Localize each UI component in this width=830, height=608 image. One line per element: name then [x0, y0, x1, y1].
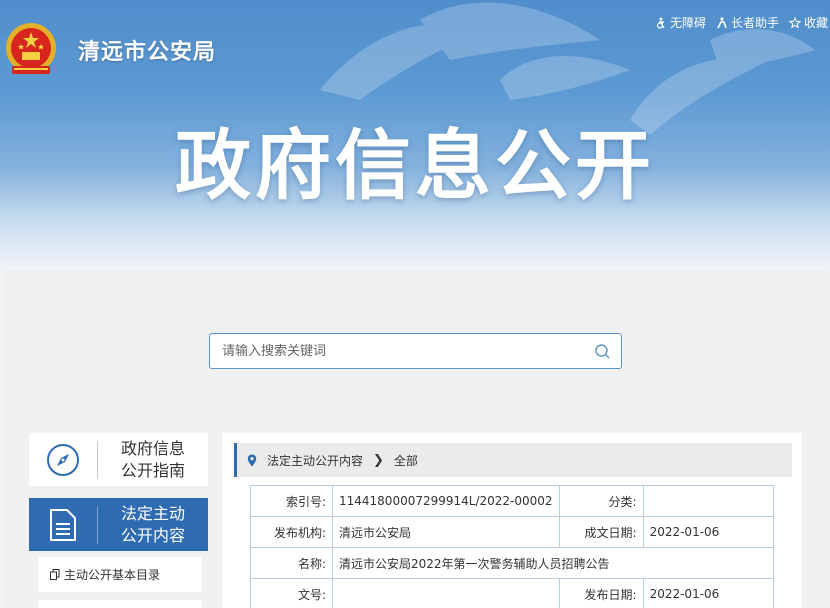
top-links: 无障碍 长者助手 收藏	[655, 14, 828, 31]
name-label: 名称:	[250, 547, 333, 579]
sub-item-label: 主动公开基本目录	[64, 568, 161, 582]
sub-item-basic-catalog[interactable]: 主动公开基本目录	[38, 557, 202, 592]
written-date-label: 成文日期:	[558, 516, 644, 548]
nav-guide-line1: 政府信息	[120, 438, 185, 458]
nav-icon-wrap	[29, 508, 97, 542]
table-row: 文号: 发布日期: 2022-01-06	[250, 578, 775, 608]
publish-date-value: 2022-01-06	[642, 578, 775, 608]
breadcrumb-statutory[interactable]: 法定主动公开内容	[267, 452, 363, 469]
chevron-right-icon: ❯	[373, 452, 384, 468]
favorite-link[interactable]: 收藏	[788, 14, 828, 31]
sub-item-next[interactable]	[38, 600, 202, 608]
elder-helper-label: 长者助手	[730, 16, 779, 30]
compass-icon	[47, 443, 79, 476]
star-icon	[788, 16, 801, 28]
nav-statutory-content[interactable]: 法定主动 公开内容	[29, 498, 208, 551]
written-date-value: 2022-01-06	[642, 516, 775, 548]
elder-helper-icon	[717, 16, 727, 28]
nav-active-label: 法定主动 公开内容	[98, 503, 208, 547]
accessibility-label: 无障碍	[669, 16, 706, 30]
category-label: 分类:	[558, 485, 644, 517]
nav-guide-line2: 公开指南	[120, 460, 185, 480]
nav-disclosure-guide[interactable]: 政府信息 公开指南	[29, 433, 208, 486]
nav-icon-wrap	[29, 443, 97, 477]
site-title[interactable]: 清远市公安局	[78, 34, 216, 66]
favorite-label: 收藏	[803, 16, 828, 30]
banner-title: 政府信息公开	[175, 121, 655, 210]
name-value: 清远市公安局2022年第一次警务辅助人员招聘公告	[332, 547, 774, 579]
accessibility-icon	[656, 17, 665, 29]
publisher-value: 清远市公安局	[332, 516, 560, 548]
search-box	[209, 333, 622, 369]
nav-guide-label: 政府信息 公开指南	[98, 438, 208, 482]
breadcrumb: 法定主动公开内容 ❯ 全部	[234, 443, 792, 477]
nav-active-line2: 公开内容	[120, 525, 185, 545]
category-value	[642, 485, 775, 517]
publisher-label: 发布机构:	[250, 516, 333, 548]
publish-date-label: 发布日期:	[558, 578, 644, 608]
national-emblem-icon	[6, 23, 56, 74]
magnolia-decoration	[320, 2, 630, 100]
breadcrumb-all[interactable]: 全部	[394, 452, 418, 469]
document-info-table: 索引号: 11441800007299914L/2022-00002 分类: 发…	[250, 485, 775, 608]
accessibility-link[interactable]: 无障碍	[655, 14, 706, 31]
doc-no-label: 文号:	[250, 578, 333, 608]
elder-helper-link[interactable]: 长者助手	[716, 14, 779, 31]
index-label: 索引号:	[250, 485, 333, 517]
copy-icon	[50, 569, 60, 580]
index-value: 11441800007299914L/2022-00002	[332, 485, 560, 517]
document-icon	[50, 508, 76, 541]
search-icon[interactable]	[594, 343, 611, 360]
location-pin-icon	[247, 454, 257, 466]
doc-no-value	[332, 578, 560, 608]
nav-active-line1: 法定主动	[120, 503, 185, 523]
table-row: 索引号: 11441800007299914L/2022-00002 分类:	[250, 485, 775, 517]
search-input[interactable]	[222, 343, 594, 359]
table-row: 发布机构: 清远市公安局 成文日期: 2022-01-06	[250, 516, 775, 548]
header-banner: 清远市公安局 无障碍 长者助手 收藏 政府信息公开	[0, 0, 830, 270]
table-row: 名称: 清远市公安局2022年第一次警务辅助人员招聘公告	[250, 547, 774, 579]
